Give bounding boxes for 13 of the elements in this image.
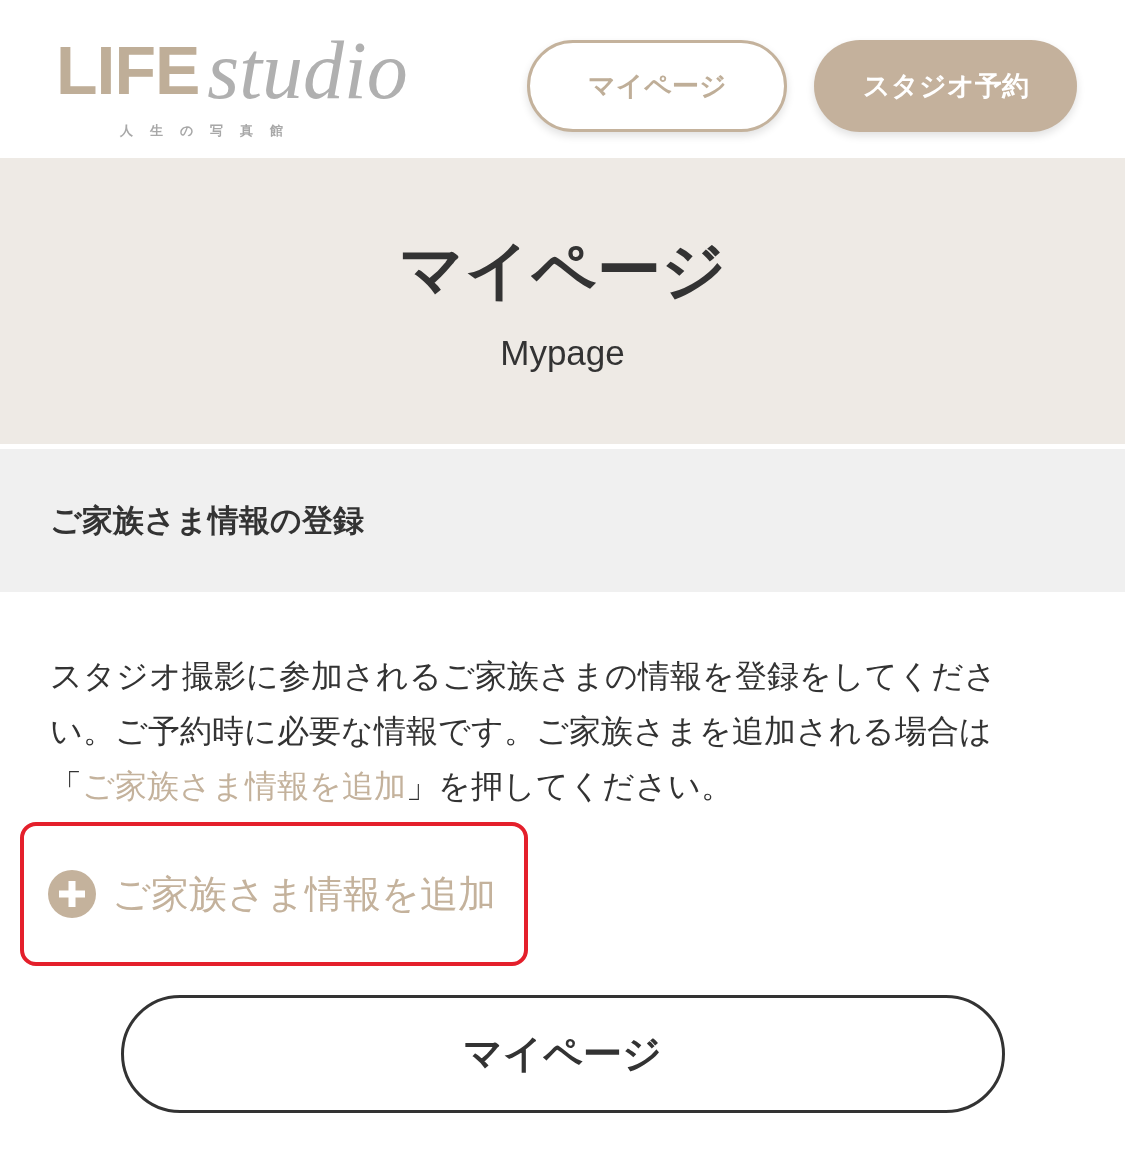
plus-circle-icon xyxy=(48,870,96,918)
page-subtitle: Mypage xyxy=(500,332,625,373)
add-family-text-link[interactable]: ご家族さま情報を追加 xyxy=(82,767,406,805)
intro-paragraph: スタジオ撮影に参加されるご家族さまの情報を登録をしてください。ご予約時に必要な情報です。ご家族さまを追加される場合は「ご家族さま情報を追加」を押してください。 xyxy=(50,656,998,807)
page-title: マイページ xyxy=(398,232,727,309)
logo-tagline: 人生の写真館 xyxy=(120,122,301,140)
logo-script-text: studio xyxy=(207,30,408,112)
add-family-link[interactable]: ご家族さま情報を追加 xyxy=(48,868,496,920)
section-heading: ご家族さま情報の登録 xyxy=(50,500,364,540)
mypage-nav-button[interactable]: マイページ xyxy=(527,40,787,132)
booking-button[interactable]: スタジオ予約 xyxy=(814,40,1077,132)
mypage-button[interactable]: マイページ xyxy=(120,995,1005,1113)
logo-wordmark: LIFE xyxy=(56,36,200,104)
